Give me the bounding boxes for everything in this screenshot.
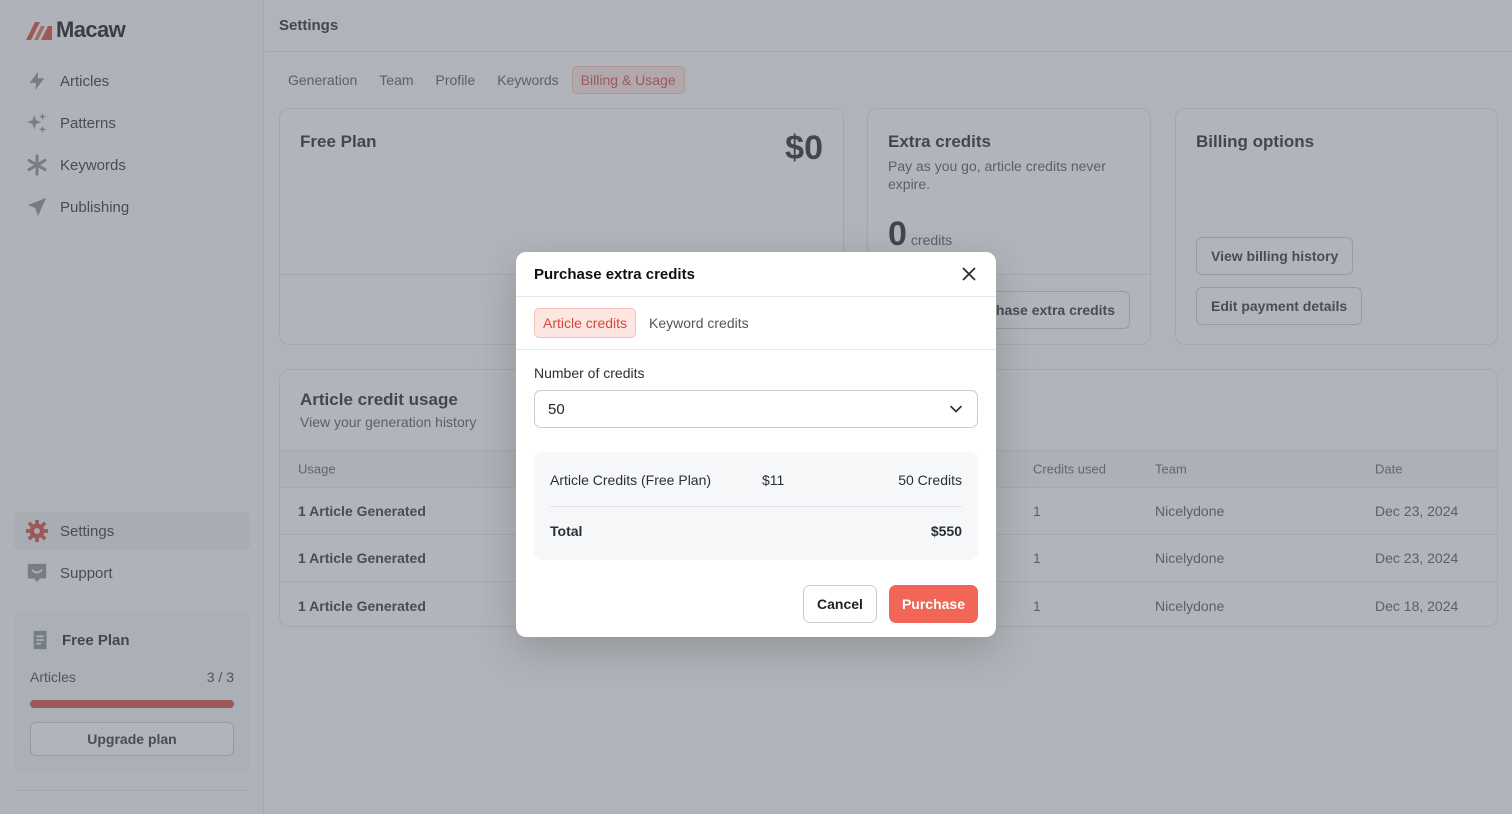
chevron-down-icon	[950, 405, 962, 413]
line-item-quantity: 50 Credits	[898, 472, 962, 488]
summary-line-item: Article Credits (Free Plan) $11 50 Credi…	[550, 470, 962, 490]
order-summary: Article Credits (Free Plan) $11 50 Credi…	[534, 452, 978, 560]
modal-title: Purchase extra credits	[534, 266, 695, 283]
line-item-label: Article Credits (Free Plan)	[550, 472, 712, 488]
close-icon[interactable]	[960, 265, 978, 283]
tab-keyword-credits[interactable]: Keyword credits	[640, 308, 758, 338]
purchase-button[interactable]: Purchase	[889, 585, 978, 623]
cancel-button[interactable]: Cancel	[803, 585, 877, 623]
credits-select[interactable]: 50	[534, 390, 978, 428]
modal-divider	[516, 349, 996, 350]
summary-divider	[550, 506, 962, 507]
purchase-credits-modal: Purchase extra credits Article credits K…	[516, 252, 996, 637]
total-value: $550	[930, 523, 962, 539]
modal-header: Purchase extra credits	[516, 252, 996, 297]
tab-article-credits[interactable]: Article credits	[534, 308, 637, 338]
line-item-price: $11	[762, 472, 785, 488]
credits-select-value: 50	[548, 400, 565, 418]
summary-total: Total $550	[550, 521, 962, 541]
credits-field-label: Number of credits	[534, 365, 645, 381]
modal-tabs: Article credits Keyword credits	[534, 308, 758, 338]
total-label: Total	[550, 523, 583, 539]
